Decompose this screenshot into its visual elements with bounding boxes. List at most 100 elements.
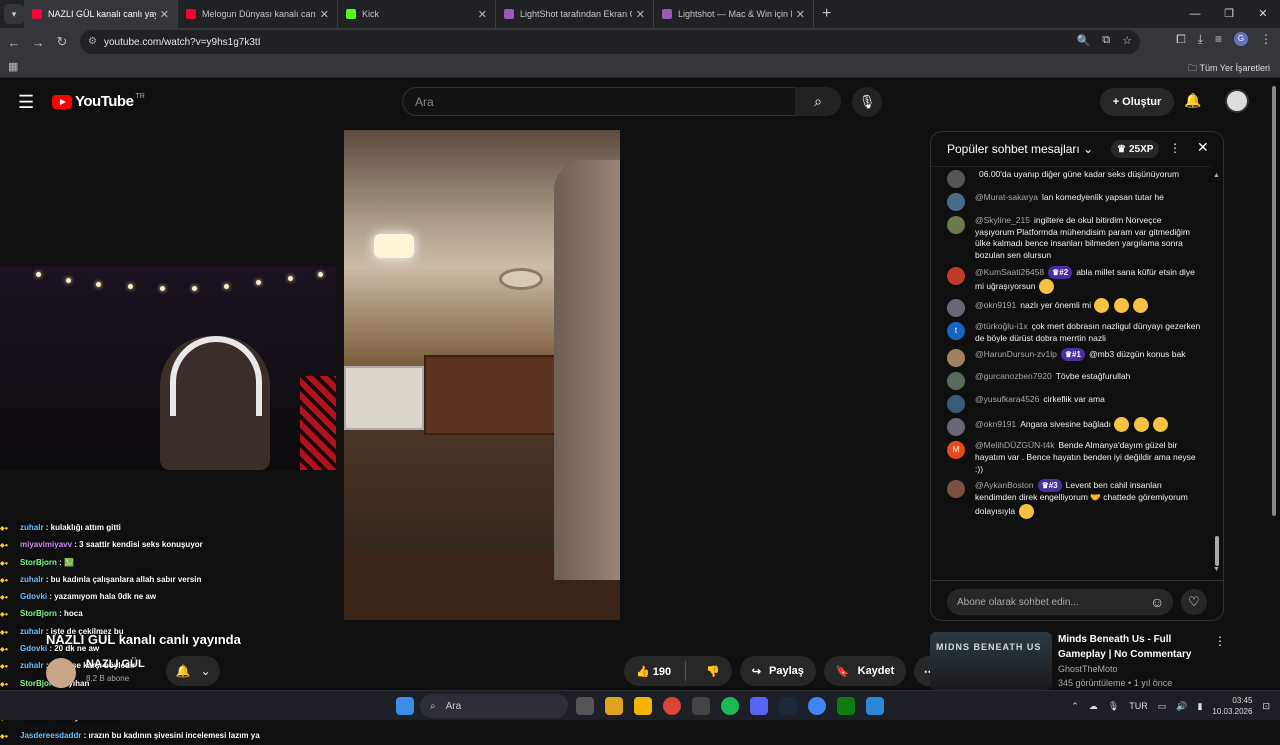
browser-tab[interactable]: Melogun Dünyası kanalı canlı yay ✕ (178, 0, 338, 28)
taskbar-search[interactable]: ⌕ Ara (420, 694, 568, 718)
recommended-channel[interactable]: GhostTheMoto (1058, 664, 1118, 674)
chat-author-avatar[interactable] (947, 418, 965, 437)
chat-author[interactable]: @HarunDursun-zv1lp (975, 349, 1057, 359)
tab-close-icon[interactable]: ✕ (320, 8, 329, 21)
tray-chevron-icon[interactable]: ⌃ (1071, 701, 1079, 712)
spotify-icon[interactable] (721, 697, 739, 715)
new-tab-button[interactable]: + (822, 5, 831, 23)
mic-tray-icon[interactable]: 🎙 (1108, 701, 1119, 712)
chat-author[interactable]: @MelihDÜZGÜN-t4k (975, 440, 1054, 450)
chat-author[interactable]: @Skyline_215 (975, 215, 1030, 225)
cloud-icon[interactable]: ☁ (1089, 701, 1098, 712)
chat-message[interactable]: @okn9191 Angara sivesine bağladı (931, 415, 1211, 438)
browser-menu-icon[interactable]: ⋮ (1260, 32, 1272, 47)
browser-tab[interactable]: LightShot tarafından Ekran Görü ✕ (496, 0, 654, 28)
battery-icon[interactable]: ▮ (1197, 701, 1202, 712)
chat-author-avatar[interactable] (947, 266, 965, 285)
page-scrollbar[interactable] (1272, 86, 1278, 516)
browser-icon[interactable] (808, 697, 826, 715)
channel-avatar[interactable] (46, 658, 76, 688)
xbox-icon[interactable] (837, 697, 855, 715)
chat-author-avatar[interactable]: M (947, 441, 965, 460)
chat-author-avatar[interactable] (947, 170, 965, 188)
tab-close-icon[interactable]: ✕ (160, 8, 169, 21)
chat-scrollbar[interactable]: ▲ ▼ (1213, 172, 1221, 573)
scroll-thumb[interactable] (1215, 536, 1219, 566)
install-icon[interactable]: ⧉ (1102, 34, 1110, 47)
browser-tab[interactable]: Kick ✕ (338, 0, 496, 28)
scroll-up-icon[interactable]: ▲ (1213, 172, 1220, 179)
network-icon[interactable]: ▭ (1158, 701, 1167, 712)
share-button[interactable]: ↪ Paylaş (739, 656, 816, 686)
minimize-button[interactable]: — (1178, 0, 1212, 28)
recommended-video[interactable]: MIDNS BENEATH US Minds Beneath Us - Full… (930, 630, 1226, 692)
chat-message[interactable]: @gurcanozben7920 Tövbe estağfurullah (931, 369, 1211, 392)
site-info-icon[interactable]: ⚙ (88, 36, 97, 47)
chat-author[interactable]: @KumSaati26458 (975, 267, 1044, 277)
all-bookmarks-link[interactable]: 🗀 Tüm Yer İşaretleri (1188, 61, 1270, 77)
xp-badge[interactable]: ♛ 25XP (1111, 140, 1160, 158)
chat-author-avatar[interactable] (947, 372, 965, 391)
tab-close-icon[interactable]: ✕ (636, 8, 645, 21)
chat-author-avatar[interactable] (947, 193, 965, 211)
chat-author[interactable]: @okn9191 (975, 419, 1016, 429)
steam-icon[interactable] (779, 697, 797, 715)
tab-close-icon[interactable]: ✕ (796, 8, 805, 21)
profile-avatar[interactable]: G (1234, 32, 1248, 46)
bookmark-star-icon[interactable]: ☆ (1122, 34, 1132, 47)
like-button[interactable]: 👍 190 (636, 665, 671, 678)
search-input[interactable]: Ara (402, 87, 796, 116)
chat-message[interactable]: 06.00'da uyanıp diğer güne kadar seks dü… (931, 167, 1211, 190)
chat-message[interactable]: @Murat-sakarya lan komedyenlik yapsan tut… (931, 190, 1211, 213)
scroll-down-icon[interactable]: ▼ (1213, 566, 1220, 573)
back-icon[interactable]: ← (2, 35, 26, 50)
chat-message[interactable]: @okn9191 nazlı yer önemli mi (931, 296, 1211, 319)
tab-search-button[interactable]: ▾ (4, 4, 24, 24)
chat-message[interactable]: @AykanBoston ♛#3 Levent ben cahil insanlar… (931, 477, 1211, 521)
heart-reaction-button[interactable]: ♡ (1181, 589, 1207, 615)
folder-icon[interactable] (634, 697, 652, 715)
chat-menu-icon[interactable]: ⋮ (1169, 141, 1181, 155)
chat-message[interactable]: M @MelihDÜZGÜN-t4k Bende Almanya'dayım güz… (931, 438, 1211, 477)
recommended-title[interactable]: Minds Beneath Us - Full Gameplay | No Co… (1058, 632, 1208, 662)
chrome-icon[interactable] (663, 697, 681, 715)
account-avatar[interactable] (1225, 89, 1249, 113)
task-view-icon[interactable] (576, 697, 594, 715)
chat-author-avatar[interactable] (947, 298, 965, 317)
url-field[interactable]: ⚙ youtube.com/watch?v=y9hs1g7k3tI 🔍 ⧉ ☆ (80, 30, 1140, 54)
notifications-bell-icon[interactable]: 🔔 (1184, 92, 1201, 109)
save-button[interactable]: 🔖 Kaydet (823, 656, 907, 686)
dislike-button[interactable]: 👎 (694, 665, 732, 678)
chat-message[interactable]: @Skyline_215 ingiltere de okul bitirdim N… (931, 213, 1211, 264)
maximize-button[interactable]: ❐ (1212, 0, 1246, 28)
chat-author-avatar[interactable] (947, 395, 965, 414)
chat-author[interactable]: @okn9191 (975, 300, 1016, 310)
chat-mode-dropdown[interactable]: Popüler sohbet mesajları ⌄ (947, 142, 1093, 156)
notification-icon[interactable]: ⊡ (1262, 701, 1270, 712)
browser-tab[interactable]: Lightshot — Mac & Win için Ek ✕ (654, 0, 814, 28)
reload-icon[interactable]: ↻ (50, 34, 74, 50)
clock[interactable]: 03:45 10.03.2026 (1212, 695, 1252, 717)
create-button[interactable]: + Oluştur (1100, 88, 1174, 116)
chat-message[interactable]: @KumSaati26458 ♛#2 abla millet sana küfür … (931, 264, 1211, 296)
emoji-picker-icon[interactable]: ☺ (1150, 594, 1164, 610)
more-dots-icon[interactable]: ⋮ (1214, 634, 1226, 648)
file-explorer-icon[interactable] (605, 697, 623, 715)
extensions-icon[interactable]: ⧠ (1176, 32, 1186, 47)
apps-grid-icon[interactable]: ▦ (8, 60, 18, 73)
close-window-button[interactable]: ✕ (1246, 0, 1280, 28)
forward-icon[interactable]: → (26, 35, 50, 50)
chat-author[interactable]: @AykanBoston (975, 480, 1034, 490)
discord-icon[interactable] (750, 697, 768, 715)
youtube-logo[interactable]: YouTube TR (52, 93, 145, 110)
chat-message[interactable]: @yusufkara4526 cirkeflik var ama (931, 392, 1211, 415)
voice-search-button[interactable]: 🎙 (852, 87, 882, 117)
chat-author[interactable]: @yusufkara4526 (975, 394, 1039, 404)
zoom-icon[interactable]: 🔍 (1077, 34, 1091, 47)
github-icon[interactable] (692, 697, 710, 715)
chat-author-avatar[interactable] (947, 349, 965, 368)
chat-author-avatar[interactable] (947, 216, 965, 234)
chat-author[interactable]: @türkoğlu-i1x (975, 321, 1028, 331)
search-button[interactable]: ⌕ (795, 87, 841, 116)
reading-list-icon[interactable]: ≡ (1215, 32, 1222, 47)
